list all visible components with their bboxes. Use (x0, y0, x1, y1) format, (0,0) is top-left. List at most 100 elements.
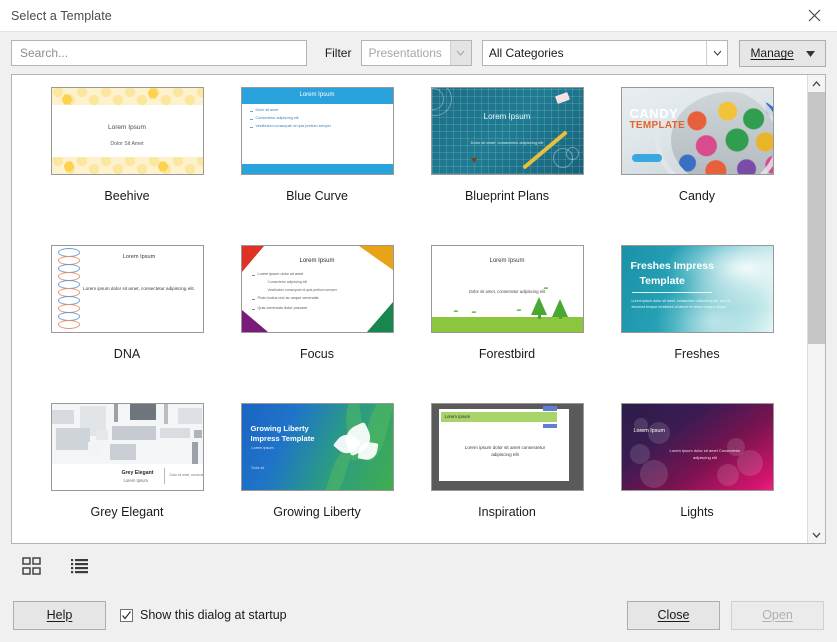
template-item-focus[interactable]: Lorem Ipsum Lorem ipsum dolor sit amet C… (222, 245, 412, 403)
startup-checkbox[interactable]: Show this dialog at startup (120, 608, 287, 622)
template-item-lights[interactable]: Lorem Ipsum Lorem ipsum dolor sit amet C… (602, 403, 792, 543)
template-thumbnail: Lorem Ipsum Lorem ipsum dolor sit amet, … (50, 245, 204, 333)
template-item-grey-elegant[interactable]: Grey Elegant Lorem Ipsum Dolor sit amet,… (32, 403, 222, 543)
thumb-subtitle: Dolor sit amet, consectetur adipiscing e… (468, 289, 546, 294)
thumb-title: Freshes Impress (630, 260, 714, 272)
thumb-bullet: Vestibulum consequat mi quis pretium sem… (255, 124, 331, 128)
checkbox-box[interactable] (120, 608, 133, 622)
grid-view-icon[interactable] (18, 553, 44, 579)
thumb-title: Lorem Ipsum (122, 254, 156, 260)
view-toggle-bar (0, 544, 837, 588)
template-name: Blueprint Plans (464, 189, 550, 203)
template-item-forestbird[interactable]: ➦ ➦ ➦ ➦ Lorem Ipsum Dolor sit amet, cons… (412, 245, 602, 403)
search-input-wrapper[interactable] (11, 40, 307, 66)
template-thumbnail: Growing Liberty Impress Template Lorem I… (240, 403, 394, 491)
thumb-title: Lorem Ipsum (633, 428, 665, 434)
template-name: Freshes (674, 347, 720, 361)
thumb-title: Lorem Ipsum (483, 112, 531, 121)
template-thumbnail: Lorem Ipsum Lorem ipsum dolor sit amet C… (620, 403, 774, 491)
template-thumbnail: Lorem Ipsum Dolor Sit Amet (50, 87, 204, 175)
thumb-title: Lorem Ipsum (299, 92, 335, 98)
scroll-down-icon[interactable] (808, 526, 825, 543)
template-name: Focus (299, 347, 335, 361)
help-button[interactable]: Help (13, 600, 106, 630)
check-icon (122, 610, 131, 619)
thumb-title: Lorem Ipsum (444, 414, 471, 419)
close-button-label: Close (657, 608, 690, 622)
startup-checkbox-label: Show this dialog at startup (140, 608, 287, 622)
template-item-growing-liberty[interactable]: Growing Liberty Impress Template Lorem I… (222, 403, 412, 543)
template-name: Lights (680, 505, 714, 519)
help-button-label: Help (46, 608, 73, 622)
thumb-title-2: Impress Template (250, 434, 315, 443)
thumb-subtitle: Lorem ipsum dolor sit amet consectetur a… (464, 445, 546, 458)
thumb-title: Lorem Ipsum (489, 258, 525, 264)
search-input[interactable] (18, 45, 300, 61)
template-thumbnail: ➦ ➦ ➦ ➦ Lorem Ipsum Dolor sit amet, cons… (430, 245, 584, 333)
filter-bar: Filter Presentations All Categories Mana… (0, 32, 837, 74)
scrollbar-track[interactable] (808, 92, 825, 526)
close-button[interactable]: Close (627, 600, 720, 630)
scroll-up-icon[interactable] (808, 75, 825, 92)
template-name: Growing Liberty (273, 505, 361, 519)
list-view-icon[interactable] (66, 553, 92, 579)
template-item-inspiration[interactable]: Lorem Ipsum Lorem ipsum dolor sit amet c… (412, 403, 602, 543)
template-thumbnail: Lorem Ipsum Dolor sit amet, consectetur … (430, 87, 584, 175)
template-thumbnail: Lorem Ipsum Dolor sit amet Consectetur a… (240, 87, 394, 175)
thumb-title: Lorem Ipsum (108, 124, 146, 131)
type-filter-dropdown[interactable]: Presentations (361, 40, 472, 66)
template-name: Beehive (104, 189, 150, 203)
thumb-title: CANDY (629, 106, 679, 121)
category-filter-dropdown[interactable]: All Categories (481, 40, 729, 66)
chevron-down-icon (449, 41, 471, 65)
template-item-blueprint-plans[interactable]: Lorem Ipsum Dolor sit amet, consectetur … (412, 87, 602, 245)
dialog-footer: Help Show this dialog at startup Close O… (0, 588, 837, 642)
template-item-beehive[interactable]: Lorem Ipsum Dolor Sit Amet Beehive (32, 87, 222, 245)
thumb-subtitle: Lorem Ipsum (251, 446, 274, 450)
template-list-panel: Lorem Ipsum Dolor Sit Amet Beehive Lorem… (11, 74, 826, 544)
template-grid-scroll: Lorem Ipsum Dolor Sit Amet Beehive Lorem… (12, 75, 807, 543)
thumb-subtitle: Lorem ipsum dolor sit amet, consectetur … (83, 286, 195, 291)
template-thumbnail: Lorem Ipsum Lorem ipsum dolor sit amet C… (240, 245, 394, 333)
filter-label: Filter (324, 46, 352, 60)
thumb-bullet: Quis commodo dolor posuere (257, 306, 308, 310)
vertical-scrollbar[interactable] (807, 75, 825, 543)
thumb-bullet: Vestibulum consequat mi quis pretium sem… (267, 288, 337, 292)
thumb-bullet: Lorem ipsum dolor sit amet (257, 272, 304, 276)
thumb-subtitle: Dolor sit amet, consectetur adipiscing e… (470, 140, 544, 145)
template-name: Candy (678, 189, 716, 203)
thumb-bullet: Consectetur adipiscing elit (267, 280, 308, 284)
template-name: Blue Curve (286, 189, 348, 203)
thumb-title: Growing Liberty (250, 424, 309, 433)
template-item-dna[interactable]: Lorem Ipsum Lorem ipsum dolor sit amet, … (32, 245, 222, 403)
template-name: Inspiration (478, 505, 536, 519)
manage-button[interactable]: Manage (739, 39, 826, 67)
category-filter-value: All Categories (488, 46, 564, 60)
template-thumbnail: Freshes Impress Template Lorem ipsum dol… (620, 245, 774, 333)
thumb-subtitle: Lorem Ipsum (123, 478, 148, 483)
template-name: DNA (113, 347, 141, 361)
title-bar: Select a Template (0, 0, 837, 32)
type-filter-value: Presentations (368, 46, 442, 60)
scrollbar-thumb[interactable] (808, 92, 825, 344)
template-item-blue-curve[interactable]: Lorem Ipsum Dolor sit amet Consectetur a… (222, 87, 412, 245)
open-button: Open (731, 600, 824, 630)
triangle-down-icon (805, 46, 815, 60)
select-template-dialog: Select a Template Filter Presentations A… (0, 0, 837, 642)
template-thumbnail: CANDY TEMPLATE (620, 87, 774, 175)
thumb-bullet: Consectetur adipiscing elit (255, 116, 299, 120)
dialog-title: Select a Template (11, 8, 112, 23)
close-icon[interactable] (791, 0, 837, 32)
thumb-title: Lorem Ipsum (299, 258, 335, 264)
template-thumbnail: Grey Elegant Lorem Ipsum Dolor sit amet,… (50, 403, 204, 491)
thumb-note: Dolor sit (251, 466, 264, 470)
template-grid: Lorem Ipsum Dolor Sit Amet Beehive Lorem… (12, 87, 807, 543)
template-item-candy[interactable]: CANDY TEMPLATE Candy (602, 87, 792, 245)
thumb-note: Dolor sit amet, consectetur (169, 473, 204, 477)
manage-button-label: Manage (750, 46, 794, 60)
template-item-freshes[interactable]: Freshes Impress Template Lorem ipsum dol… (602, 245, 792, 403)
thumb-title: Grey Elegant (121, 470, 154, 476)
thumb-bullet: Dolor sit amet (255, 108, 279, 112)
open-button-label: Open (762, 608, 793, 622)
template-name: Forestbird (478, 347, 536, 361)
